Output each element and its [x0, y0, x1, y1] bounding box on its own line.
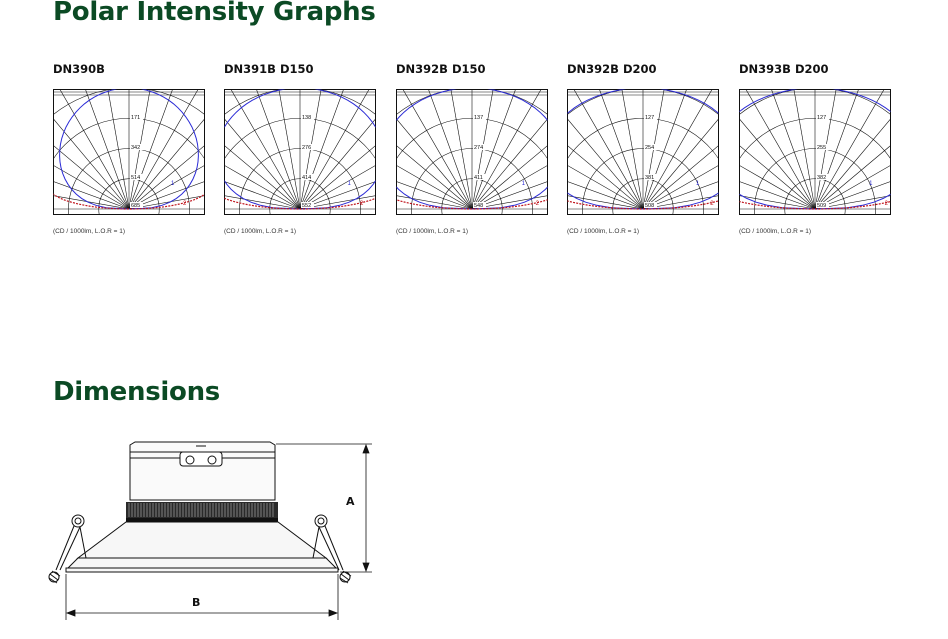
intensity-value-label: 381	[645, 175, 654, 181]
polar-graph-title: DN391B D150	[224, 62, 314, 76]
polar-intensity-plot: 17134251468512	[53, 89, 205, 215]
polar-graph-title: DN392B D200	[567, 62, 657, 76]
polar-graph-card: DN392B D200 127 254 381 508 1 2 (CD / 1000lm, L…	[567, 62, 721, 242]
heat-sink	[126, 502, 278, 522]
polar-graph-card: DN390B 171 342 514 685 1 2 (CD / 1000lm, L.O.R …	[53, 62, 207, 242]
intensity-value-label: 137	[474, 115, 483, 121]
reflector-body	[65, 521, 339, 573]
polar-graph-units-note: (CD / 1000lm, L.O.R = 1)	[53, 228, 126, 235]
intensity-value-label: 127	[817, 115, 826, 121]
polar-intensity-plot: 12725438150812	[567, 89, 719, 215]
polar-graph-units-note: (CD / 1000lm, L.O.R = 1)	[224, 228, 297, 235]
dimension-b-label: B	[192, 596, 200, 609]
intensity-value-label: 514	[131, 175, 140, 181]
intensity-value-label: 127	[645, 115, 654, 121]
polar-graphs-heading: Polar Intensity Graphs	[53, 0, 376, 27]
intensity-value-label: 254	[645, 145, 654, 151]
polar-intensity-plot: 12725538250912	[739, 89, 891, 215]
intensity-value-label: 255	[817, 145, 826, 151]
spring-clip-right	[312, 514, 352, 584]
polar-graph-title: DN393B D200	[739, 62, 829, 76]
intensity-value-label: 508	[645, 203, 654, 209]
polar-graph-card: DN392B D150 137 274 411 548 1 2 (CD / 1000lm, L…	[396, 62, 550, 242]
polar-graph-title: DN390B	[53, 62, 105, 76]
intensity-value-label: 685	[131, 203, 140, 209]
dimension-a-label: A	[346, 495, 355, 508]
dimensions-heading: Dimensions	[53, 377, 220, 407]
intensity-value-label: 342	[131, 145, 140, 151]
spring-clip-left	[48, 514, 87, 584]
intensity-value-label: 274	[474, 145, 483, 151]
polar-graph-units-note: (CD / 1000lm, L.O.R = 1)	[739, 228, 812, 235]
intensity-value-label: 509	[817, 203, 826, 209]
intensity-value-label: 411	[474, 175, 483, 181]
polar-graph-card: DN393B D200 127 255 382 509 1 2 (CD / 1000lm, L…	[739, 62, 893, 242]
driver-box	[129, 441, 276, 501]
intensity-value-label: 414	[302, 175, 311, 181]
intensity-value-label: 138	[302, 115, 311, 121]
polar-intensity-plot: 13727441154812	[396, 89, 548, 215]
polar-graph-units-note: (CD / 1000lm, L.O.R = 1)	[567, 228, 640, 235]
polar-graph-card: DN391B D150 138 276 414 552 1 2 (CD / 1000lm, L…	[224, 62, 378, 242]
downlight-dimension-drawing: A B	[48, 441, 372, 620]
intensity-value-label: 548	[474, 203, 483, 209]
polar-graph-title: DN392B D150	[396, 62, 486, 76]
intensity-value-label: 276	[302, 145, 311, 151]
dimension-b	[65, 574, 339, 620]
intensity-value-label: 552	[302, 203, 311, 209]
polar-intensity-plot: 13827641455212	[224, 89, 376, 215]
intensity-value-label: 171	[131, 115, 140, 121]
intensity-value-label: 382	[817, 175, 826, 181]
polar-graph-units-note: (CD / 1000lm, L.O.R = 1)	[396, 228, 469, 235]
